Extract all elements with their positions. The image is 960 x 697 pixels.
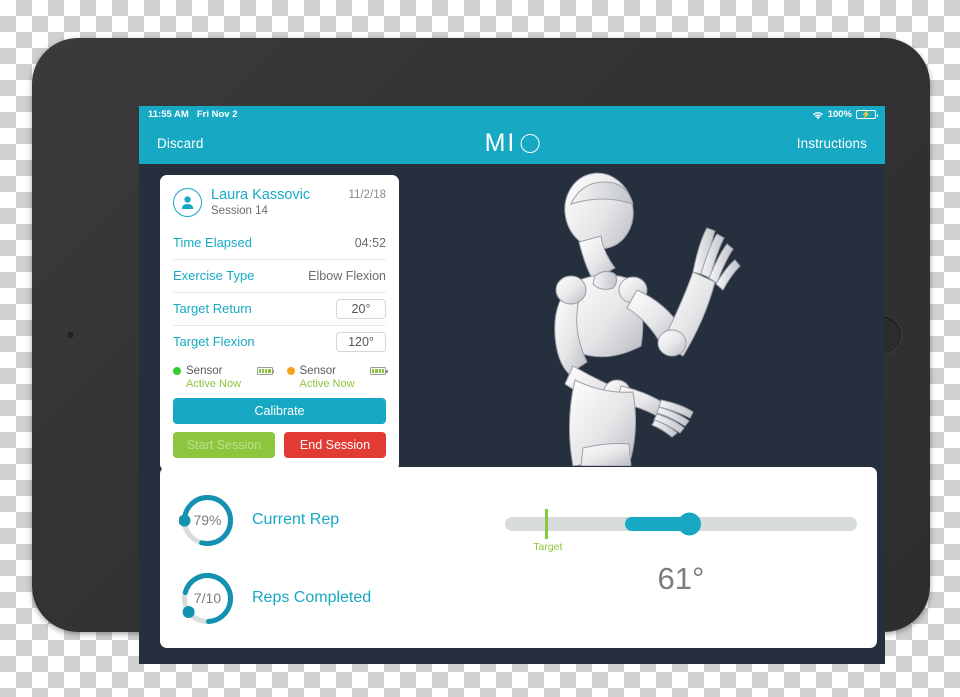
- sensor-two-header: Sensor: [286, 364, 388, 377]
- session-button-group: Start Session End Session: [173, 431, 386, 458]
- target-flexion-label: Target Flexion: [173, 334, 255, 350]
- progress-rings-column: 79% Current Rep 7/10 Reps Completed: [179, 481, 489, 637]
- exercise-type-label: Exercise Type: [173, 268, 255, 284]
- sensor-two-status-dot-icon: [286, 366, 295, 375]
- time-elapsed-label: Time Elapsed: [173, 235, 252, 251]
- end-session-button[interactable]: End Session: [284, 431, 386, 458]
- info-row-target-return: Target Return 20°: [173, 293, 386, 326]
- reps-completed-label: Reps Completed: [252, 589, 372, 606]
- logo-ring-icon: [520, 134, 540, 153]
- discard-button[interactable]: Discard: [157, 136, 203, 151]
- angle-slider-track[interactable]: [505, 509, 857, 539]
- sensor-one-status: Sensor Active Now: [173, 364, 274, 390]
- info-row-time-elapsed: Time Elapsed 04:52: [173, 227, 386, 260]
- app-logo: MI: [485, 129, 540, 158]
- info-row-target-flexion: Target Flexion 120°: [173, 326, 386, 358]
- target-marker-icon: [545, 509, 549, 539]
- current-rep-label: Current Rep: [252, 511, 340, 528]
- sensor-one-status-dot-icon: [173, 366, 181, 375]
- session-info-card: Laura Kassovic Session 14 11/2/18 Time E…: [160, 175, 399, 471]
- target-return-label: Target Return: [173, 301, 252, 317]
- angle-readout: 61°: [657, 561, 705, 596]
- sensor-one-active-label: Active Now: [186, 377, 242, 390]
- camera-icon: [66, 330, 75, 340]
- current-rep-progress-ring: 79%: [179, 492, 236, 549]
- angle-slider-thumb[interactable]: [678, 512, 702, 536]
- status-date: Fri Nov 2: [196, 109, 238, 120]
- reps-completed-row: 7/10 Reps Completed: [179, 559, 489, 637]
- sensor-two-label: Sensor: [299, 364, 336, 377]
- wifi-icon: [812, 110, 824, 120]
- reps-completed-progress-ring: 7/10: [179, 570, 236, 627]
- status-bar-right: 100% ⚡: [812, 109, 878, 120]
- patient-identity: Laura Kassovic Session 14: [211, 187, 339, 218]
- calibrate-button[interactable]: Calibrate: [173, 397, 386, 424]
- person-avatar-icon: [173, 188, 202, 217]
- time-elapsed-value: 04:52: [354, 235, 386, 250]
- target-flexion-input[interactable]: 120°: [336, 331, 386, 352]
- tablet-screen: 11:55 AM Fri Nov 2 100% ⚡ Discard MI Ins…: [139, 106, 885, 664]
- sensor-two-status: Sensor Active Now: [286, 364, 388, 390]
- progress-panel: 79% Current Rep 7/10 Reps Completed Targ…: [160, 467, 877, 648]
- session-date: 11/2/18: [348, 189, 386, 201]
- target-return-input[interactable]: 20°: [336, 298, 386, 319]
- status-bar-left: 11:55 AM Fri Nov 2: [148, 109, 238, 120]
- exercise-type-value: Elbow Flexion: [308, 268, 386, 283]
- patient-name: Laura Kassovic: [211, 187, 311, 203]
- exercise-mannequin-illustration: [509, 166, 779, 466]
- sensor-status-row: Sensor Active Now Sensor Active Now: [173, 358, 388, 398]
- sensor-two-active-label: Active Now: [299, 377, 355, 390]
- current-rep-row: 79% Current Rep: [179, 481, 489, 559]
- current-rep-value: 79%: [193, 512, 222, 528]
- sensor-two-battery-icon: [370, 366, 388, 375]
- start-session-button[interactable]: Start Session: [173, 431, 275, 458]
- ios-status-bar: 11:55 AM Fri Nov 2 100% ⚡: [139, 106, 885, 123]
- battery-charging-icon: ⚡: [856, 110, 878, 119]
- app-logo-text: MI: [484, 129, 517, 157]
- target-marker-label: Target: [533, 541, 563, 553]
- sensor-one-battery-icon: [256, 366, 274, 375]
- info-row-exercise-type: Exercise Type Elbow Flexion: [173, 260, 386, 293]
- tablet-frame: 11:55 AM Fri Nov 2 100% ⚡ Discard MI Ins…: [32, 38, 930, 664]
- instructions-button[interactable]: Instructions: [797, 136, 867, 151]
- patient-header: Laura Kassovic Session 14 11/2/18: [173, 187, 386, 218]
- navigation-bar: Discard MI Instructions: [139, 123, 885, 164]
- angle-slider-area: Target 61°: [505, 509, 857, 596]
- session-number-label: Session 14: [211, 204, 268, 217]
- reps-completed-value: 7/10: [193, 590, 222, 606]
- sensor-one-label: Sensor: [186, 364, 223, 377]
- battery-percent-label: 100%: [827, 109, 852, 120]
- sensor-one-header: Sensor: [173, 364, 274, 377]
- status-time: 11:55 AM: [148, 109, 189, 120]
